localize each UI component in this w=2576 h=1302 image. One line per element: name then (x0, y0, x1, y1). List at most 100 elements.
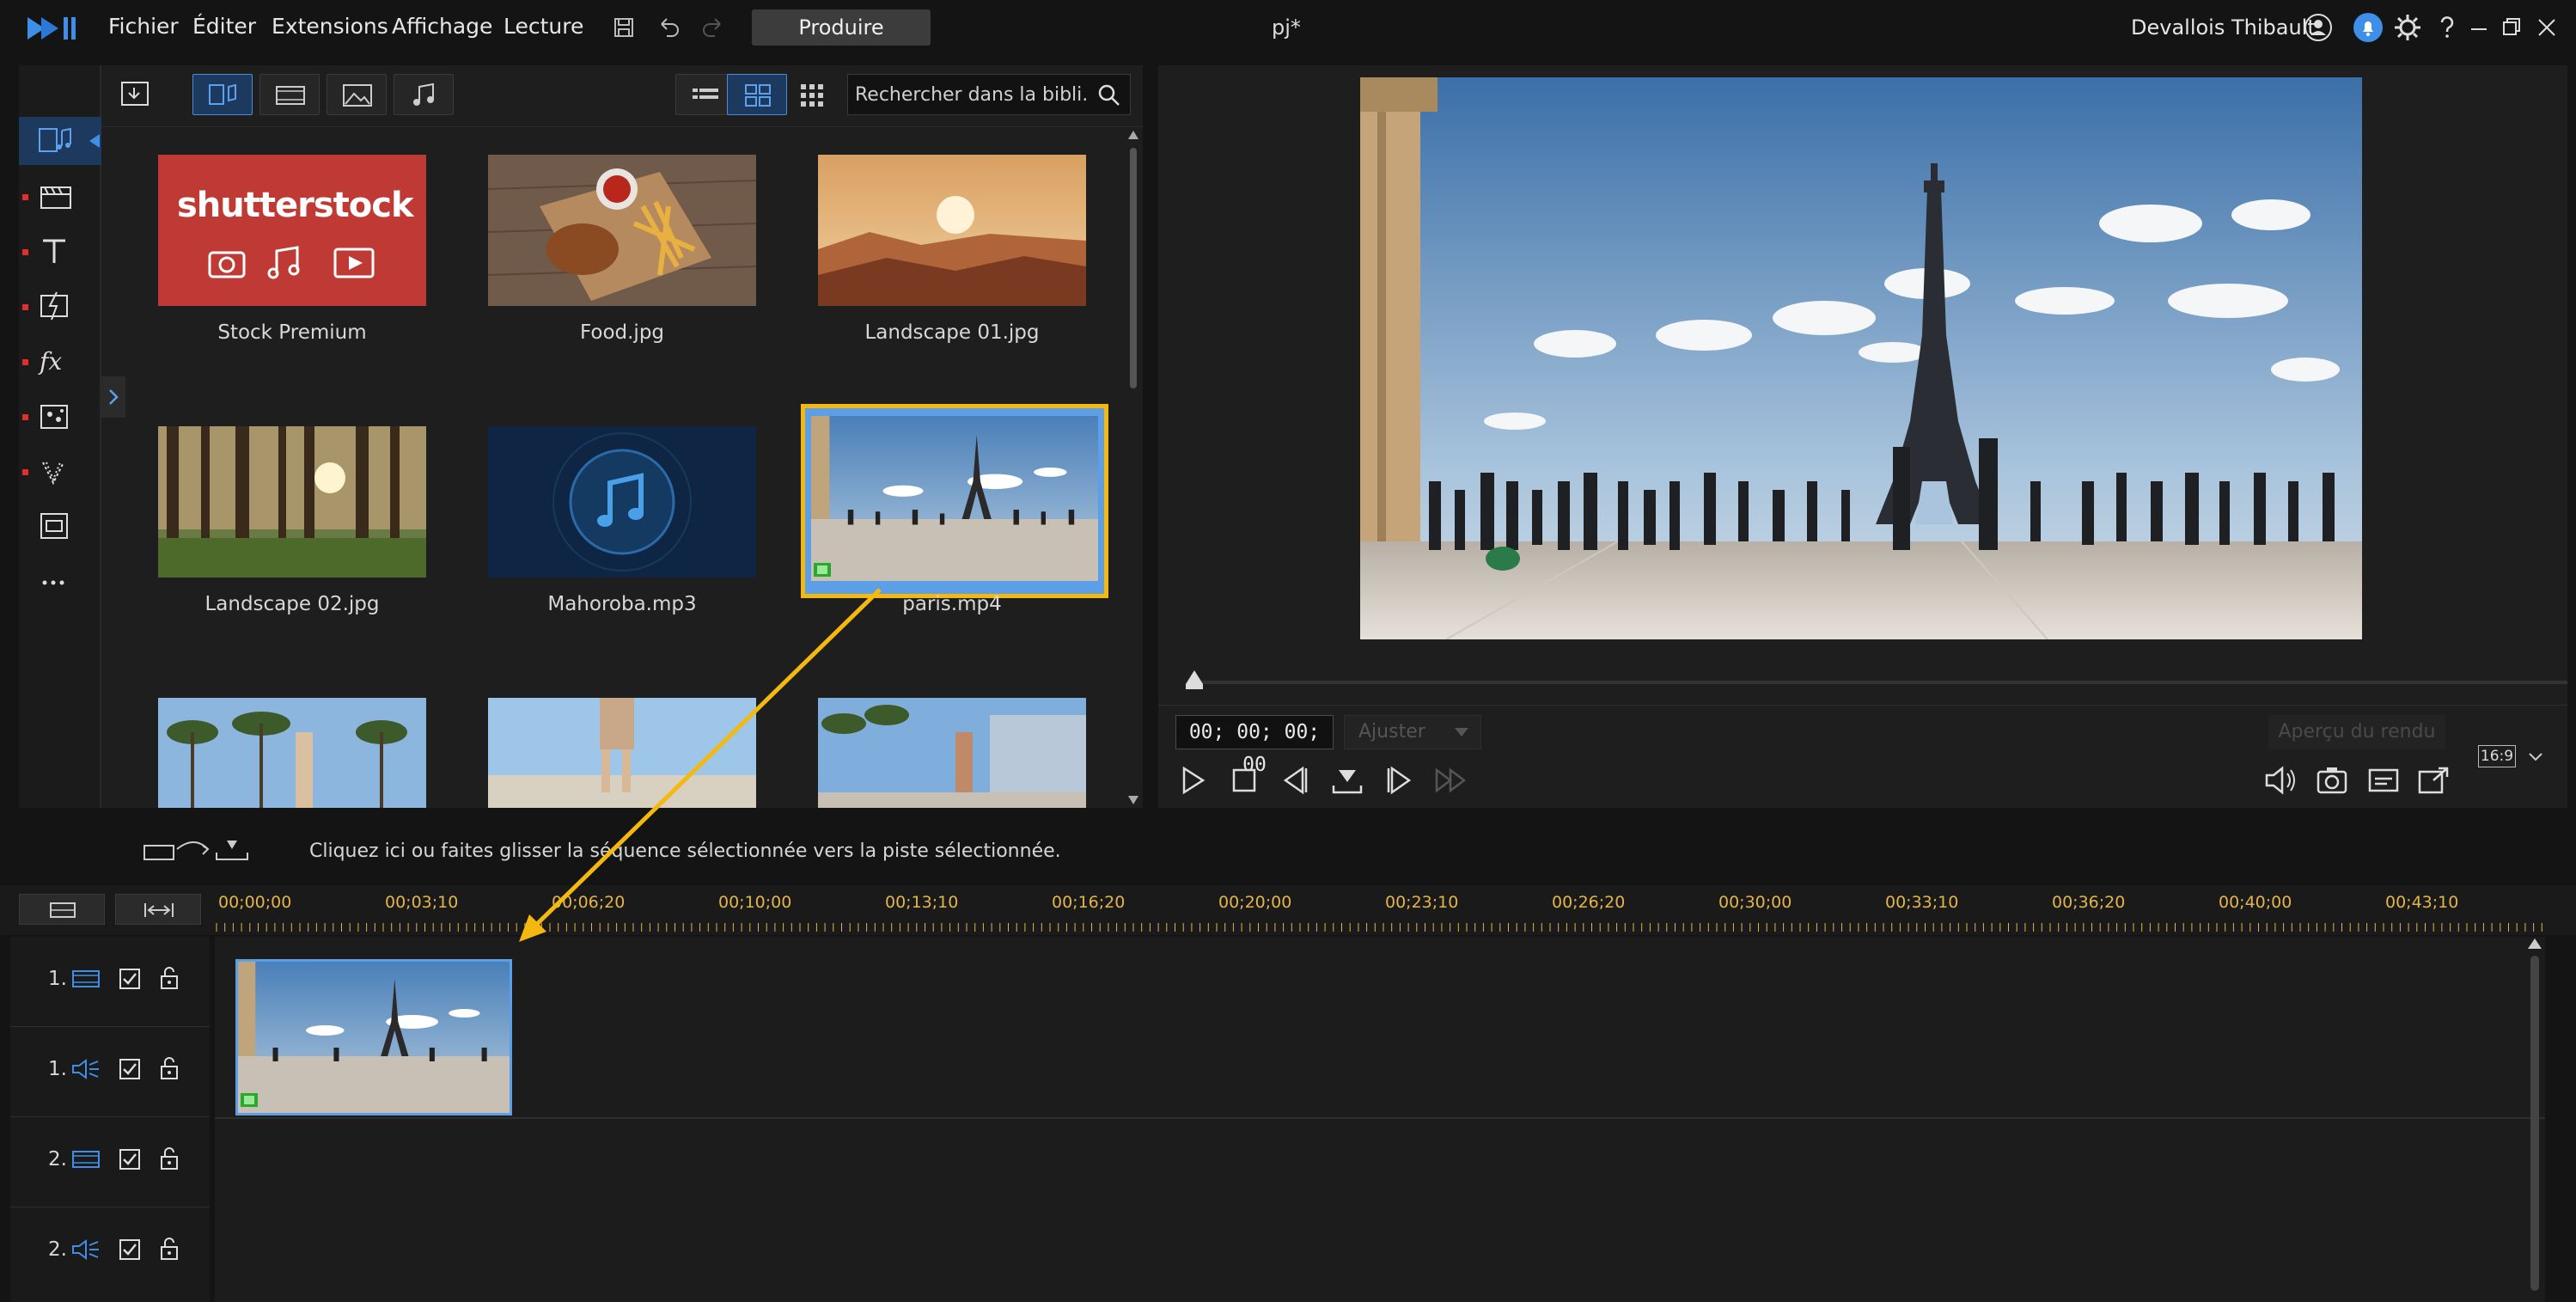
media-item-food[interactable]: Food.jpg (462, 138, 756, 395)
track-manager-button[interactable] (19, 894, 105, 925)
timeline-hint[interactable]: Cliquez ici ou faites glisser la séquenc… (309, 840, 1061, 862)
minimize-icon[interactable] (2464, 12, 2495, 43)
transition-effects-tab[interactable] (19, 282, 101, 330)
more-rooms-button[interactable] (19, 557, 101, 605)
media-item-stock-premium[interactable]: shutterstock Stock Premium (132, 138, 426, 395)
media-item-paris[interactable]: paris.mp4 (792, 404, 1108, 667)
track-lock-icon[interactable] (158, 1056, 180, 1080)
redo-icon[interactable] (698, 12, 729, 43)
timeline-clip-paris[interactable] (235, 959, 512, 1116)
snapshot-marker-icon[interactable] (1330, 763, 1364, 798)
notification-icon[interactable] (2353, 12, 2384, 43)
camera-snapshot-icon[interactable] (2315, 763, 2349, 798)
particle-icon (40, 405, 68, 429)
chevron-down-icon[interactable] (2528, 751, 2543, 763)
preview-scrub-track[interactable] (1193, 681, 2567, 684)
settings-gear-icon[interactable] (2392, 12, 2423, 43)
status-dot (22, 359, 28, 365)
volume-icon[interactable] (2263, 763, 2298, 798)
playhead-handle[interactable] (1184, 669, 1205, 691)
import-media-icon[interactable] (117, 76, 155, 113)
insert-overwrite-icon[interactable] (143, 835, 254, 866)
media-item-beach-01[interactable] (158, 698, 426, 808)
filter-audio-button[interactable] (394, 74, 454, 115)
library-search-input[interactable] (855, 75, 1087, 114)
track-enable-checkbox[interactable] (119, 1238, 141, 1261)
menu-lecture[interactable]: Lecture (504, 14, 583, 39)
track-lock-icon[interactable] (158, 966, 180, 990)
library-scrollbar[interactable] (1127, 131, 1139, 804)
menu-affichage[interactable]: Affichage (392, 14, 492, 39)
menu-editer[interactable]: Éditer (192, 14, 256, 39)
track-header-1[interactable]: 1. (10, 937, 210, 1027)
timecode-display[interactable]: 00; 00; 00; 00 (1175, 715, 1334, 776)
previous-frame-icon[interactable] (1279, 763, 1313, 798)
track-number: 2. (48, 1238, 67, 1261)
pip-icon (40, 513, 68, 539)
fit-dropdown[interactable]: Ajuster (1344, 715, 1481, 749)
restore-icon[interactable] (2497, 12, 2528, 43)
particle-room-tab[interactable] (19, 392, 101, 440)
media-item-beach-02[interactable] (488, 698, 756, 808)
grid-view-button[interactable] (727, 74, 787, 115)
render-preview-button[interactable]: Aperçu du rendu (2268, 715, 2445, 749)
effects-room-tab[interactable] (19, 447, 101, 495)
menu-extensions[interactable]: Extensions (272, 14, 388, 39)
timeline-scrollbar[interactable] (2526, 937, 2543, 1302)
fx-room-tab[interactable]: fx (19, 337, 101, 385)
filter-video-button[interactable] (259, 74, 320, 115)
media-item-landscape-02[interactable]: Landscape 02.jpg (132, 409, 426, 667)
close-icon[interactable] (2531, 12, 2562, 43)
undock-preview-icon[interactable] (2416, 763, 2451, 798)
ruler-label: 00;06;20 (552, 893, 626, 912)
expand-panel-icon[interactable] (101, 376, 125, 418)
track-header-2[interactable]: 1. (10, 1027, 210, 1117)
ruler-label: 00;16;20 (1052, 893, 1126, 912)
fit-timeline-button[interactable] (115, 894, 201, 925)
media-item-mahoroba[interactable]: Mahoroba.mp3 (462, 409, 756, 667)
user-name[interactable]: Devallois Thibault (2131, 15, 2316, 40)
ruler-label: 00;40;00 (2219, 893, 2292, 912)
track-header-3[interactable]: 2. (10, 1117, 210, 1207)
track-enable-checkbox[interactable] (119, 968, 141, 990)
ruler-label: 00;30;00 (1718, 893, 1792, 912)
play-icon[interactable] (1175, 763, 1210, 798)
library-toolbar (101, 65, 1143, 127)
timeline-tracks[interactable] (215, 937, 2545, 1302)
next-frame-icon[interactable] (1382, 763, 1416, 798)
help-icon[interactable] (2432, 12, 2463, 43)
timeline-ruler[interactable]: 00;00;00 00;03;10 00;06;20 00;10;00 00;13;10… (213, 885, 2549, 935)
filter-all-media-button[interactable] (192, 74, 253, 115)
produce-button[interactable]: Produire (752, 9, 931, 46)
track-enable-checkbox[interactable] (119, 1058, 141, 1080)
pip-room-tab[interactable] (19, 502, 101, 550)
library-search-box[interactable] (847, 74, 1131, 115)
food-thumbnail (488, 155, 756, 306)
undo-icon[interactable] (653, 12, 684, 43)
status-dot (22, 414, 28, 420)
account-icon[interactable] (2303, 12, 2334, 43)
fit-timeline-icon (144, 903, 174, 917)
aspect-ratio-button[interactable]: 16:9 (2478, 745, 2516, 767)
media-room-tab[interactable] (19, 117, 101, 165)
media-item-landscape-01[interactable]: Landscape 01.jpg (792, 138, 1086, 395)
search-icon[interactable] (1097, 83, 1121, 107)
track-lock-icon[interactable] (158, 1146, 180, 1171)
stop-icon[interactable] (1227, 763, 1261, 798)
filter-image-button[interactable] (327, 74, 387, 115)
track-header-4[interactable]: 2. (10, 1207, 210, 1298)
title-room-tab[interactable] (19, 227, 101, 275)
media-label: Mahoroba.mp3 (547, 593, 697, 615)
menu-fichier[interactable]: Fichier (108, 14, 179, 39)
fast-forward-icon[interactable] (1433, 763, 1468, 798)
track-lock-icon[interactable] (158, 1237, 180, 1261)
clapper-icon (40, 186, 71, 209)
preview-screen[interactable] (1360, 77, 2362, 639)
thumbnail-size-icon[interactable] (797, 81, 827, 110)
media-item-beach-03[interactable] (818, 698, 1086, 808)
save-icon[interactable] (608, 12, 639, 43)
track-enable-checkbox[interactable] (119, 1148, 141, 1171)
ruler-label: 00;26;20 (1552, 893, 1626, 912)
subtitle-icon[interactable] (2366, 763, 2401, 798)
transition-room-tab[interactable] (19, 172, 101, 220)
